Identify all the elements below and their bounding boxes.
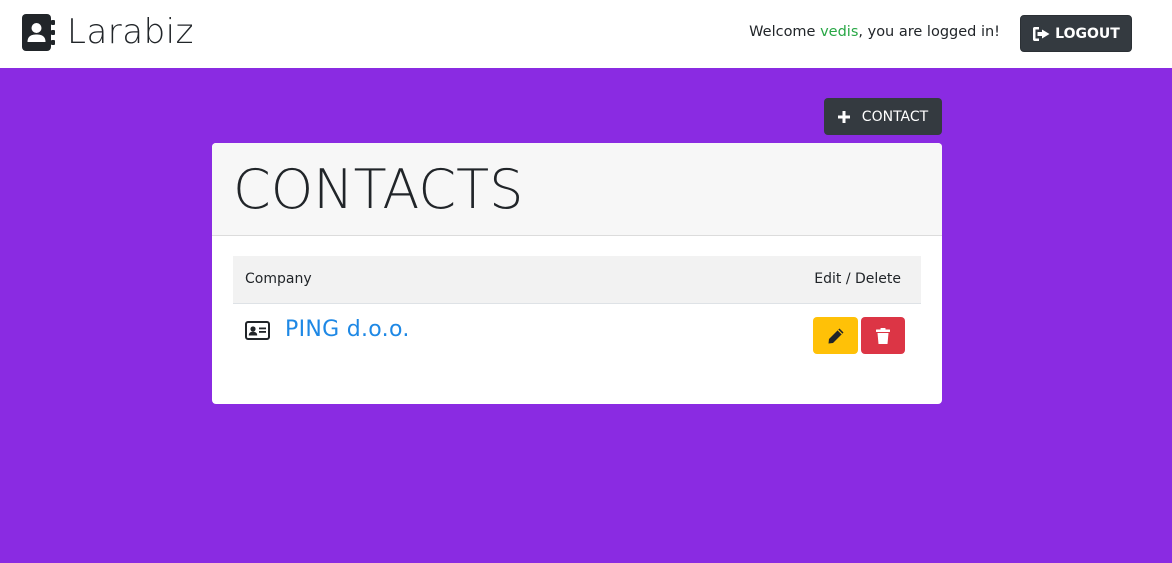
id-card-icon bbox=[245, 321, 270, 340]
logout-button[interactable]: LOGOUT bbox=[1020, 15, 1132, 52]
company-link[interactable]: PING d.o.o. bbox=[285, 317, 410, 342]
table-row: PING d.o.o. bbox=[233, 304, 921, 364]
contacts-card: CONTACTS Company Edit / Delete PING d.o.… bbox=[212, 143, 942, 404]
edit-button[interactable] bbox=[813, 317, 858, 354]
column-header-company: Company bbox=[245, 271, 312, 287]
welcome-message: Welcome vedis, you are logged in! bbox=[749, 22, 1000, 42]
add-contact-label: CONTACT bbox=[861, 108, 929, 125]
address-book-icon bbox=[22, 14, 55, 51]
add-contact-button[interactable]: CONTACT bbox=[824, 98, 942, 135]
pencil-icon bbox=[828, 328, 843, 343]
table-header: Company Edit / Delete bbox=[233, 256, 921, 304]
logout-label: LOGOUT bbox=[1055, 25, 1120, 42]
top-navbar: Larabiz Welcome vedis, you are logged in… bbox=[0, 0, 1172, 68]
page-title: CONTACTS bbox=[233, 158, 524, 221]
brand-link[interactable]: Larabiz bbox=[22, 14, 194, 51]
welcome-suffix: , you are logged in! bbox=[858, 24, 1000, 40]
username: vedis bbox=[820, 24, 859, 40]
column-header-actions: Edit / Delete bbox=[814, 271, 901, 287]
card-header: CONTACTS bbox=[212, 143, 942, 236]
plus-icon bbox=[837, 110, 850, 123]
welcome-prefix: Welcome bbox=[749, 24, 821, 40]
sign-out-icon bbox=[1033, 26, 1050, 41]
trash-icon bbox=[876, 327, 890, 344]
brand-name: Larabiz bbox=[67, 12, 194, 52]
delete-button[interactable] bbox=[861, 317, 905, 354]
contacts-table: Company Edit / Delete PING d.o.o. bbox=[233, 256, 921, 364]
